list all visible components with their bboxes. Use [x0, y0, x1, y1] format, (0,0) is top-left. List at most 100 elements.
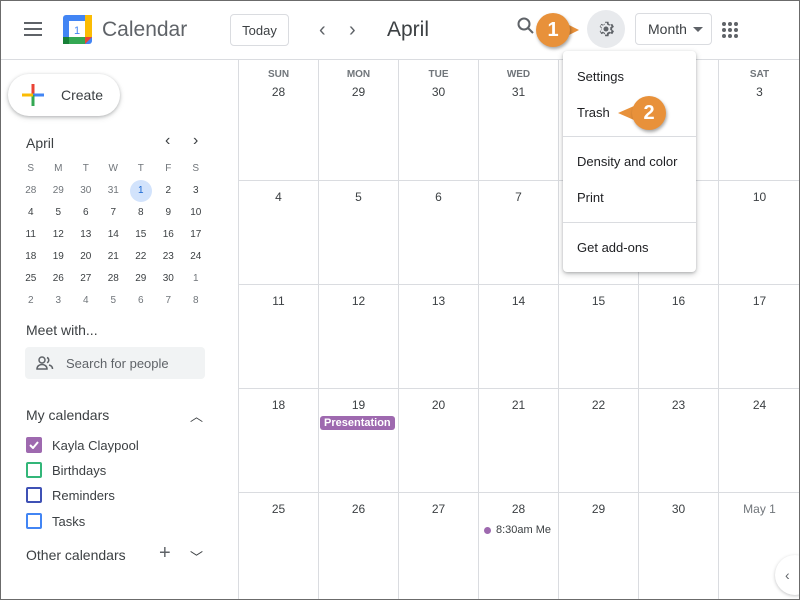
mini-day[interactable]: 30 — [72, 180, 100, 202]
day-cell[interactable]: 22 — [558, 389, 638, 493]
day-cell[interactable]: TUE 30 — [398, 60, 478, 181]
day-number[interactable]: 30 — [639, 502, 718, 516]
day-number[interactable]: 17 — [719, 294, 800, 308]
menu-item-settings[interactable]: Settings — [563, 58, 696, 94]
day-cell[interactable]: WED 31 — [478, 60, 558, 181]
day-number[interactable]: 13 — [399, 294, 478, 308]
mini-day[interactable]: 9 — [155, 202, 183, 224]
day-number[interactable]: 11 — [239, 294, 318, 308]
mini-day[interactable]: 13 — [72, 224, 100, 246]
chevron-down-icon[interactable]: ﹀ — [190, 547, 203, 566]
day-cell[interactable]: 21 — [478, 389, 558, 493]
calendar-item[interactable]: Kayla Claypool — [26, 435, 139, 455]
day-number[interactable]: 10 — [719, 190, 800, 204]
mini-day[interactable]: 18 — [17, 246, 45, 268]
mini-day[interactable]: 16 — [155, 224, 183, 246]
day-cell[interactable]: MON 29 — [318, 60, 398, 181]
mini-day[interactable]: 3 — [182, 180, 210, 202]
menu-item-print[interactable]: Print — [563, 179, 696, 215]
day-number[interactable]: 29 — [319, 85, 398, 99]
day-cell[interactable]: 23 — [638, 389, 718, 493]
day-number[interactable]: 22 — [559, 398, 638, 412]
day-number[interactable]: 6 — [399, 190, 478, 204]
mini-day[interactable]: 7 — [155, 290, 183, 312]
next-month-button[interactable]: › — [349, 20, 356, 40]
day-cell[interactable]: SUN 28 — [238, 60, 318, 181]
mini-day[interactable]: 22 — [127, 246, 155, 268]
event-meeting[interactable]: 8:30am Me — [484, 524, 554, 536]
day-cell[interactable]: 14 — [478, 285, 558, 389]
day-cell[interactable]: 13 — [398, 285, 478, 389]
mini-day[interactable]: 11 — [17, 224, 45, 246]
mini-day[interactable]: 14 — [100, 224, 128, 246]
mini-day[interactable]: 28 — [100, 268, 128, 290]
my-calendars-title[interactable]: My calendars — [26, 407, 109, 423]
day-number[interactable]: 3 — [719, 85, 800, 99]
day-number[interactable]: 28 — [479, 502, 558, 516]
day-cell[interactable]: 19 Presentation — [318, 389, 398, 493]
mini-day[interactable]: 2 — [17, 290, 45, 312]
mini-day[interactable]: 2 — [155, 180, 183, 202]
day-number[interactable]: 25 — [239, 502, 318, 516]
add-calendar-icon[interactable]: + — [159, 543, 171, 563]
mini-day[interactable]: 27 — [72, 268, 100, 290]
day-number[interactable]: 15 — [559, 294, 638, 308]
day-number[interactable]: 19 — [319, 398, 398, 412]
search-icon[interactable] — [517, 17, 535, 35]
day-cell[interactable]: 11 — [238, 285, 318, 389]
calendar-checkbox[interactable] — [26, 513, 42, 529]
day-cell[interactable]: 15 — [558, 285, 638, 389]
mini-day[interactable]: 7 — [100, 202, 128, 224]
calendar-item[interactable]: Birthdays — [26, 460, 106, 480]
day-number[interactable]: 26 — [319, 502, 398, 516]
mini-day[interactable]: 5 — [45, 202, 73, 224]
day-cell[interactable]: 7 — [478, 181, 558, 285]
mini-day[interactable]: 4 — [17, 202, 45, 224]
mini-day[interactable]: 15 — [127, 224, 155, 246]
view-selector[interactable]: Month — [635, 13, 712, 45]
day-cell[interactable]: 6 — [398, 181, 478, 285]
day-cell[interactable]: 27 — [398, 493, 478, 600]
mini-day[interactable]: 28 — [17, 180, 45, 202]
mini-day[interactable]: 26 — [45, 268, 73, 290]
day-cell[interactable]: 18 — [238, 389, 318, 493]
day-cell[interactable]: 26 — [318, 493, 398, 600]
day-cell[interactable]: 28 8:30am Me — [478, 493, 558, 600]
mini-day[interactable]: 1 — [127, 180, 155, 202]
mini-day[interactable]: 31 — [100, 180, 128, 202]
mini-day[interactable]: 1 — [182, 268, 210, 290]
mini-day[interactable]: 21 — [100, 246, 128, 268]
mini-day[interactable]: 23 — [155, 246, 183, 268]
day-number[interactable]: 18 — [239, 398, 318, 412]
day-cell[interactable]: 24 — [718, 389, 800, 493]
mini-day[interactable]: 4 — [72, 290, 100, 312]
day-number[interactable]: 29 — [559, 502, 638, 516]
day-number[interactable]: 28 — [239, 85, 318, 99]
day-cell[interactable]: 30 — [638, 493, 718, 600]
mini-day[interactable]: 6 — [127, 290, 155, 312]
day-number[interactable]: 4 — [239, 190, 318, 204]
day-number[interactable]: 12 — [319, 294, 398, 308]
calendar-checkbox[interactable] — [26, 487, 42, 503]
mini-day[interactable]: 8 — [182, 290, 210, 312]
mini-day[interactable]: 12 — [45, 224, 73, 246]
day-cell[interactable]: 16 — [638, 285, 718, 389]
menu-item-get-addons[interactable]: Get add-ons — [563, 229, 696, 265]
day-cell[interactable]: 25 — [238, 493, 318, 600]
day-number[interactable]: 21 — [479, 398, 558, 412]
calendar-item[interactable]: Tasks — [26, 511, 85, 531]
mini-day[interactable]: 29 — [127, 268, 155, 290]
mini-prev-button[interactable]: ‹ — [165, 132, 170, 150]
mini-day[interactable]: 19 — [45, 246, 73, 268]
other-calendars-title[interactable]: Other calendars — [26, 547, 126, 563]
day-cell[interactable]: 4 — [238, 181, 318, 285]
day-cell[interactable]: 17 — [718, 285, 800, 389]
mini-day[interactable]: 17 — [182, 224, 210, 246]
mini-day[interactable]: 8 — [127, 202, 155, 224]
main-menu-icon[interactable] — [24, 22, 42, 36]
mini-day[interactable]: 29 — [45, 180, 73, 202]
day-number[interactable]: 23 — [639, 398, 718, 412]
day-number[interactable]: 7 — [479, 190, 558, 204]
calendar-item[interactable]: Reminders — [26, 485, 115, 505]
day-number[interactable]: 31 — [479, 85, 558, 99]
